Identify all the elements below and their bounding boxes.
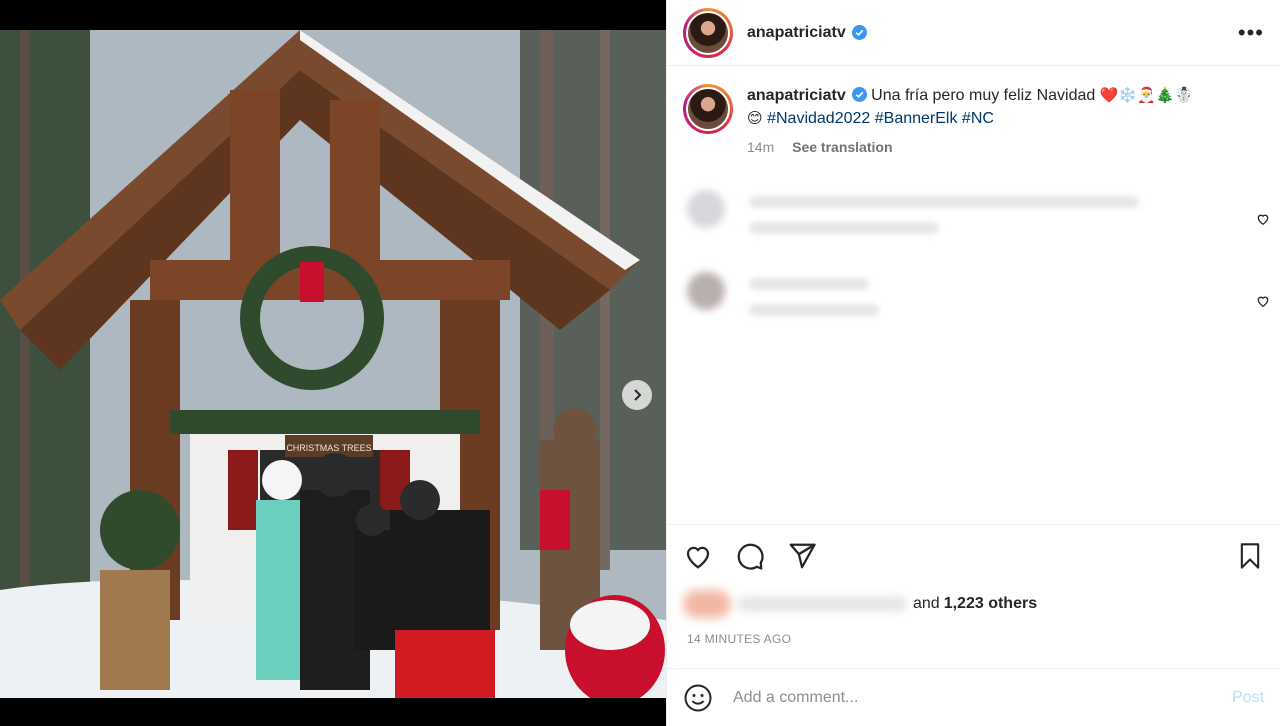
likes-summary: and 1,223 others bbox=[683, 590, 1037, 618]
next-slide-button[interactable] bbox=[622, 380, 652, 410]
comment-text-blurred bbox=[749, 196, 1139, 208]
more-options-button[interactable]: ••• bbox=[1238, 20, 1264, 46]
chevron-right-icon bbox=[634, 389, 642, 401]
likes-and-label: and bbox=[913, 595, 940, 612]
post-caption: anapatriciatv Una fría pero muy feliz Na… bbox=[667, 66, 1280, 159]
caption-text: anapatriciatv Una fría pero muy feliz Na… bbox=[747, 84, 1193, 130]
caption-avatar[interactable] bbox=[683, 84, 733, 134]
post-time[interactable]: 14 MINUTES AGO bbox=[687, 632, 791, 646]
bookmark-icon[interactable] bbox=[1236, 541, 1264, 571]
sign-text: CHRISTMAS TREES bbox=[286, 443, 371, 453]
comment-icon[interactable] bbox=[735, 541, 765, 571]
commenter-avatar[interactable] bbox=[687, 272, 725, 310]
christmas-scene-image: CHRISTMAS TREES bbox=[0, 30, 666, 698]
comment-input[interactable] bbox=[733, 688, 1232, 707]
comments-list bbox=[673, 168, 1280, 348]
comment-meta-blurred bbox=[749, 304, 879, 316]
liker-name-blurred[interactable] bbox=[737, 596, 907, 612]
post-media-panel: CHRISTMAS TREES bbox=[0, 0, 666, 726]
caption-emojis: ❤️❄️🎅🎄☃️ bbox=[1099, 86, 1194, 104]
hashtag-navidad2022[interactable]: #Navidad2022 bbox=[767, 110, 870, 127]
post-details-panel: anapatriciatv ••• anapatriciatv Una fría… bbox=[666, 0, 1280, 726]
post-header: anapatriciatv ••• bbox=[667, 0, 1280, 66]
hashtag-bannerelk[interactable]: #BannerElk bbox=[875, 110, 958, 127]
comment-like-icon[interactable] bbox=[1256, 212, 1270, 226]
see-translation-button[interactable]: See translation bbox=[792, 139, 892, 155]
share-send-icon[interactable] bbox=[787, 541, 817, 571]
verified-badge-icon bbox=[851, 25, 867, 40]
caption-message: Una fría pero muy feliz Navidad bbox=[871, 87, 1096, 104]
comment-text-blurred bbox=[749, 278, 869, 290]
caption-username[interactable]: anapatriciatv bbox=[747, 87, 846, 104]
comment-meta-blurred bbox=[749, 222, 939, 234]
add-comment-bar: Post bbox=[667, 668, 1280, 726]
comment-item bbox=[687, 182, 1270, 242]
commenter-avatar[interactable] bbox=[687, 190, 725, 228]
caption-emoji-smile: 😊 bbox=[747, 109, 763, 127]
caption-time[interactable]: 14m bbox=[747, 139, 774, 155]
like-heart-icon[interactable] bbox=[683, 541, 713, 571]
author-avatar[interactable] bbox=[683, 7, 733, 58]
comment-item bbox=[687, 264, 1270, 324]
likes-count[interactable]: 1,223 others bbox=[944, 595, 1037, 613]
caption-meta: 14m See translation bbox=[747, 136, 1193, 159]
emoji-smiley-icon[interactable] bbox=[683, 683, 713, 713]
liker-avatar-blurred[interactable] bbox=[683, 590, 731, 618]
post-comment-button[interactable]: Post bbox=[1232, 689, 1264, 707]
comment-like-icon[interactable] bbox=[1256, 294, 1270, 308]
post-actions-bar bbox=[667, 524, 1280, 586]
author-username[interactable]: anapatriciatv bbox=[747, 24, 846, 42]
hashtag-nc[interactable]: #NC bbox=[962, 110, 994, 127]
post-photo[interactable]: CHRISTMAS TREES bbox=[0, 30, 666, 698]
verified-badge-icon bbox=[851, 87, 867, 102]
